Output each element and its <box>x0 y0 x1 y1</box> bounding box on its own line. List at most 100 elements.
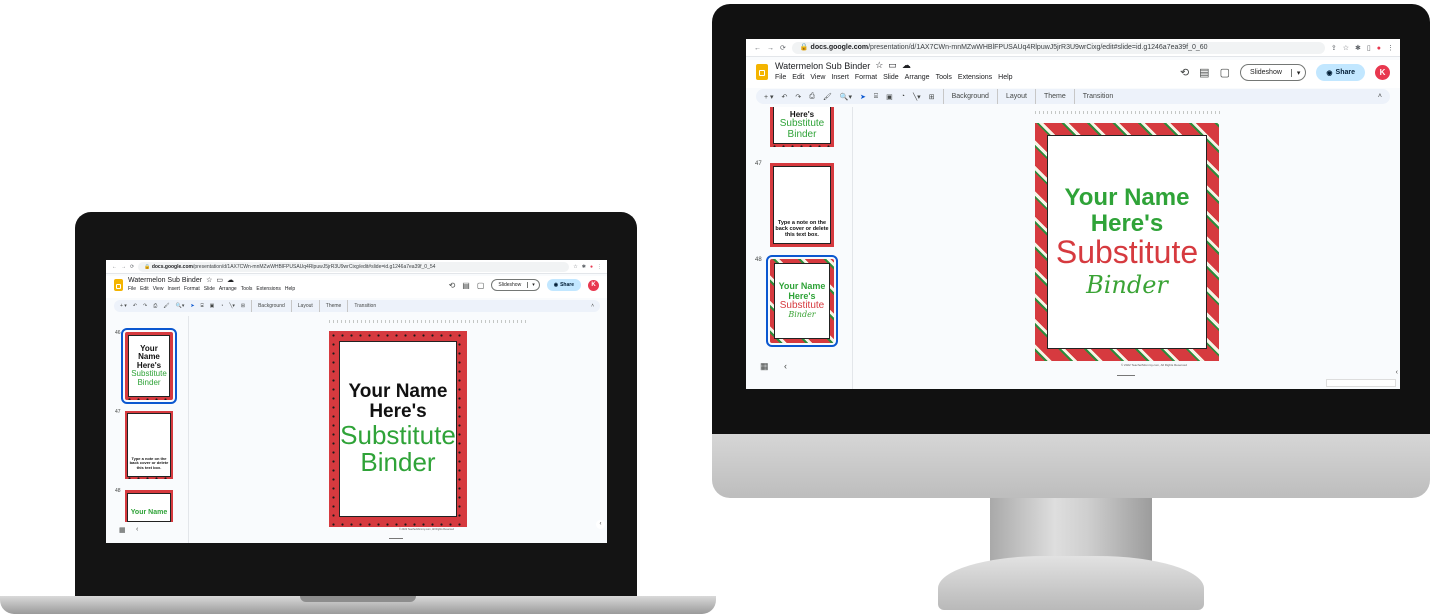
theme-button[interactable]: Theme <box>1044 93 1066 100</box>
menu-arrange[interactable]: Arrange <box>219 286 237 292</box>
menu-view[interactable]: View <box>810 74 825 81</box>
slide-title-line3[interactable]: Substitute <box>340 421 456 449</box>
grid-view-icon[interactable]: ▦ <box>760 361 769 372</box>
transition-button[interactable]: Transition <box>1083 93 1113 100</box>
extensions-icon[interactable]: ✱ <box>1355 44 1361 52</box>
comment-add-icon[interactable]: ⊞ <box>241 303 245 309</box>
paint-format-icon[interactable]: 🖌 <box>163 303 169 309</box>
slide-title-line4[interactable]: Binder <box>1086 273 1168 298</box>
speaker-notes-handle[interactable] <box>389 538 403 539</box>
redo-icon[interactable]: ↷ <box>795 93 801 101</box>
background-button[interactable]: Background <box>258 303 285 309</box>
slide-thumbnail[interactable]: Here's Substitute Binder <box>770 107 834 147</box>
slide-title-line4[interactable]: Binder <box>360 448 435 476</box>
zoom-icon[interactable]: 🔍▾ <box>840 93 852 101</box>
extensions-icon[interactable]: ✱ <box>582 264 586 270</box>
side-panel-toggle-icon[interactable]: ‹ <box>1396 369 1398 376</box>
slide-title-line1[interactable]: Your Name <box>1065 185 1190 210</box>
address-bar[interactable]: ← → ⟳ 🔒 docs.google.com/presentation/d/1… <box>112 262 602 272</box>
menu-insert[interactable]: Insert <box>167 286 180 292</box>
textbox-icon[interactable]: ⌸ <box>201 303 204 309</box>
line-icon[interactable]: ╲▾ <box>229 303 235 309</box>
address-bar[interactable]: ← → ⟳ 🔒 docs.google.com/presentation/d/1… <box>754 42 1394 54</box>
share-button[interactable]: ◉ Share <box>546 279 581 291</box>
image-icon[interactable]: ▣ <box>886 93 893 101</box>
new-slide-icon[interactable]: + ▾ <box>764 93 774 101</box>
menu-help[interactable]: Help <box>998 74 1012 81</box>
shape-icon[interactable]: ◔ <box>220 303 223 309</box>
star-icon[interactable]: ☆ <box>573 264 577 270</box>
image-icon[interactable]: ▣ <box>210 303 215 309</box>
menu-extensions[interactable]: Extensions <box>958 74 992 81</box>
star-icon[interactable]: ☆ <box>206 276 212 284</box>
transition-button[interactable]: Transition <box>354 303 376 309</box>
layout-button[interactable]: Layout <box>298 303 313 309</box>
menu-slide[interactable]: Slide <box>204 286 215 292</box>
slide-thumbnail[interactable]: Type a note on the back cover or delete … <box>125 411 173 479</box>
textbox-icon[interactable]: ⌸ <box>874 93 878 101</box>
menu-edit[interactable]: Edit <box>792 74 804 81</box>
menu-file[interactable]: File <box>128 286 136 292</box>
star-icon[interactable]: ☆ <box>875 60 883 71</box>
slide-title-line2[interactable]: Here's <box>369 401 426 422</box>
back-icon[interactable]: ← <box>112 264 117 270</box>
profile-icon[interactable]: ● <box>1377 45 1381 52</box>
collapse-toolbar-icon[interactable]: ˄ <box>591 303 594 309</box>
print-icon[interactable]: ⎙ <box>809 93 815 101</box>
menu-format[interactable]: Format <box>184 286 200 292</box>
slide-thumbnail[interactable]: Your Name Here's Substitute Binder <box>766 255 838 347</box>
chevron-down-icon[interactable]: ▾ <box>527 282 539 288</box>
slideshow-button[interactable]: Slideshow ▾ <box>1239 64 1307 81</box>
layout-button[interactable]: Layout <box>1006 93 1027 100</box>
sidebar-icon[interactable]: ▯ <box>1367 44 1371 52</box>
menu-slide[interactable]: Slide <box>883 74 899 81</box>
menu-format[interactable]: Format <box>855 74 877 81</box>
avatar[interactable]: K <box>588 279 599 291</box>
menu-file[interactable]: File <box>775 74 786 81</box>
more-icon[interactable]: ⋮ <box>597 264 602 270</box>
comment-add-icon[interactable]: ⊞ <box>929 93 935 101</box>
history-icon[interactable]: ⟲ <box>449 281 456 290</box>
back-icon[interactable]: ← <box>754 45 761 52</box>
comments-icon[interactable]: ▤ <box>462 281 470 290</box>
slide-thumbnail[interactable]: Your Name Here's Substitute Binder <box>121 328 177 404</box>
forward-icon[interactable]: → <box>767 45 774 52</box>
history-icon[interactable]: ⟲ <box>1180 66 1189 79</box>
reload-icon[interactable]: ⟳ <box>780 44 786 52</box>
share-button[interactable]: ◉ Share <box>1316 64 1365 81</box>
select-icon[interactable]: ➤ <box>860 93 866 101</box>
folder-icon[interactable]: ▭ <box>216 276 223 284</box>
menu-arrange[interactable]: Arrange <box>905 74 930 81</box>
theme-button[interactable]: Theme <box>326 303 342 309</box>
side-panel-toggle-icon[interactable]: ‹ <box>596 520 605 529</box>
share-page-icon[interactable]: ⇪ <box>1331 44 1337 52</box>
folder-icon[interactable]: ▭ <box>888 60 897 71</box>
doc-title[interactable]: Watermelon Sub Binder <box>128 277 202 284</box>
undo-icon[interactable]: ↶ <box>133 303 137 309</box>
star-icon[interactable]: ☆ <box>1343 44 1349 52</box>
shape-icon[interactable]: ◔ <box>901 93 905 100</box>
line-icon[interactable]: ╲▾ <box>913 93 921 101</box>
comments-icon[interactable]: ▤ <box>1199 66 1209 79</box>
menu-help[interactable]: Help <box>285 286 295 292</box>
slide-thumbnail[interactable]: Type a note on the back cover or delete … <box>770 163 834 247</box>
print-icon[interactable]: ⎙ <box>153 303 157 309</box>
menu-insert[interactable]: Insert <box>831 74 849 81</box>
background-button[interactable]: Background <box>952 93 989 100</box>
chevron-down-icon[interactable]: ▾ <box>1290 68 1306 77</box>
more-icon[interactable]: ⋮ <box>1387 44 1394 52</box>
forward-icon[interactable]: → <box>121 264 126 270</box>
menu-tools[interactable]: Tools <box>241 286 253 292</box>
profile-icon[interactable]: ● <box>590 264 593 270</box>
menu-edit[interactable]: Edit <box>140 286 149 292</box>
slide-title-line3[interactable]: Substitute <box>1056 235 1198 270</box>
zoom-icon[interactable]: 🔍▾ <box>176 303 185 309</box>
collapse-panel-icon[interactable]: ‹ <box>136 526 138 533</box>
undo-icon[interactable]: ↶ <box>782 93 788 101</box>
meet-icon[interactable]: ▢ <box>1220 66 1230 79</box>
speaker-notes-handle[interactable] <box>1117 375 1135 376</box>
menu-tools[interactable]: Tools <box>936 74 952 81</box>
new-slide-icon[interactable]: + ▾ <box>120 303 127 309</box>
avatar[interactable]: K <box>1375 65 1390 80</box>
paint-format-icon[interactable]: 🖌 <box>823 93 832 101</box>
